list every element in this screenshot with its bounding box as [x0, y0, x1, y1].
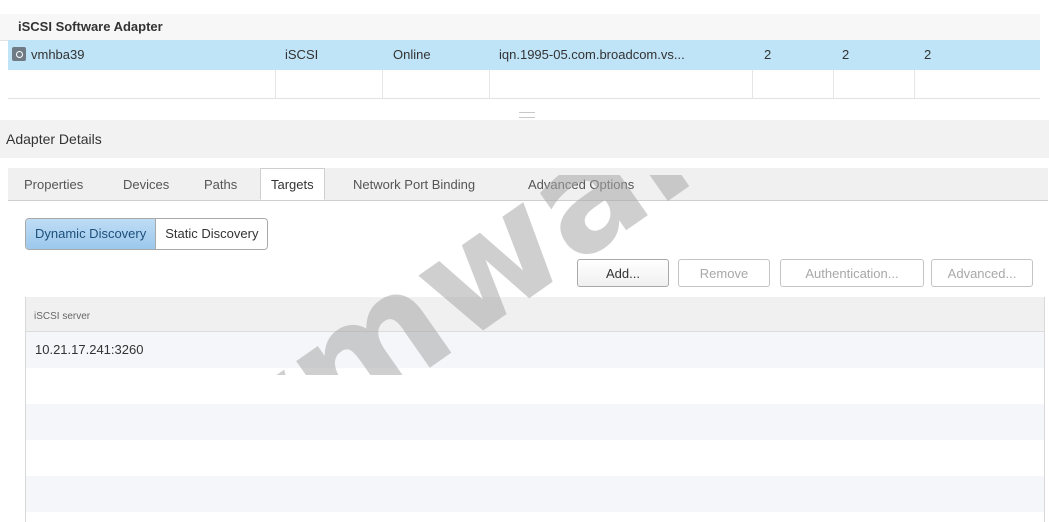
dynamic-discovery-button[interactable]: Dynamic Discovery	[26, 219, 156, 249]
details-tab-bar: Properties Devices Paths Targets Network…	[8, 168, 1048, 201]
tab-targets[interactable]: Targets	[260, 168, 325, 200]
adapter-details-header: Adapter Details	[0, 120, 1049, 158]
adapter-section-header: iSCSI Software Adapter	[0, 14, 1040, 41]
list-item[interactable]: 10.21.17.241:3260	[26, 332, 1044, 368]
adapter-row-vmhba39[interactable]: vmhba39 iSCSI Online iqn.1995-05.com.bro…	[8, 40, 1040, 70]
adapter-details-title: Adapter Details	[6, 131, 102, 147]
adapter-section: iSCSI Software Adapter vmhba39 iSCSI Onl…	[0, 0, 1049, 100]
static-discovery-button[interactable]: Static Discovery	[155, 219, 268, 249]
list-item-empty	[26, 404, 1044, 440]
empty-cell	[490, 70, 753, 98]
iscsi-server-list: iSCSI server 10.21.17.241:3260	[25, 297, 1045, 522]
adapter-paths-count: 2	[924, 47, 932, 62]
tab-network-port-binding[interactable]: Network Port Binding	[353, 177, 475, 192]
discovery-toggle: Dynamic Discovery Static Discovery	[25, 218, 269, 250]
tab-devices[interactable]: Devices	[123, 177, 169, 192]
iscsi-server-column-header[interactable]: iSCSI server	[26, 297, 1044, 332]
adapter-empty-row	[8, 70, 1040, 99]
adapter-devices-count: 2	[842, 47, 850, 62]
adapter-name: vmhba39	[31, 47, 85, 62]
empty-cell	[276, 70, 383, 98]
iscsi-server-rows: 10.21.17.241:3260	[26, 332, 1044, 522]
list-item-empty	[26, 512, 1044, 522]
empty-cell	[8, 70, 276, 98]
empty-cell	[383, 70, 490, 98]
empty-cell	[834, 70, 915, 98]
adapter-type: iSCSI	[285, 47, 319, 62]
adapter-name-cell: vmhba39	[12, 40, 274, 70]
tab-advanced-options[interactable]: Advanced Options	[528, 177, 634, 192]
tab-paths[interactable]: Paths	[204, 177, 237, 192]
remove-button[interactable]: Remove	[678, 259, 770, 287]
list-item-empty	[26, 476, 1044, 512]
empty-cell	[753, 70, 834, 98]
adapter-targets-count: 2	[764, 47, 772, 62]
tab-properties[interactable]: Properties	[24, 177, 83, 192]
panel-splitter-handle[interactable]	[519, 112, 535, 118]
adapter-status: Online	[393, 47, 431, 62]
adapter-section-title: iSCSI Software Adapter	[18, 19, 163, 34]
storage-adapter-icon	[12, 47, 26, 61]
authentication-button[interactable]: Authentication...	[780, 259, 924, 287]
adapter-iqn: iqn.1995-05.com.broadcom.vs...	[499, 47, 685, 62]
advanced-button[interactable]: Advanced...	[931, 259, 1033, 287]
list-item-empty	[26, 440, 1044, 476]
add-button[interactable]: Add...	[577, 259, 669, 287]
list-item-empty	[26, 368, 1044, 404]
